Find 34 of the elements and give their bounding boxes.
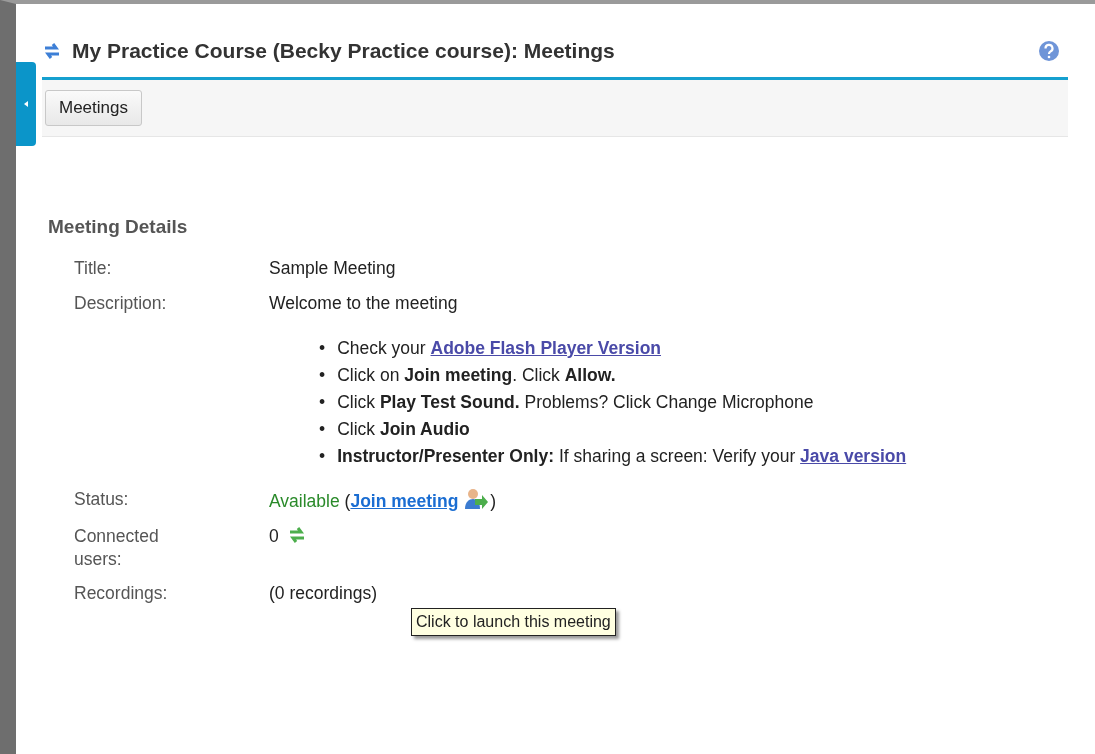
bracket: ( [344,491,351,512]
field-value: (0 recordings) [269,583,377,604]
field-value: Sample Meeting [269,258,396,278]
instruction-item: Click Play Test Sound. Problems? Click Change Microphone [337,390,814,414]
field-value: Welcome to the meeting [269,291,459,315]
refresh-icon[interactable] [287,525,306,544]
field-label: Recordings: [74,582,169,606]
person-arrow-icon[interactable] [464,488,489,511]
meetings-button[interactable]: Meetings [45,90,142,126]
status-value: Available [269,491,341,512]
instruction-item: Click Join Audio [337,417,470,441]
bullet: • [319,417,326,441]
link[interactable]: Adobe Flash Player Version [430,337,661,358]
field-label: Description: [74,291,168,315]
field-value: 0 [269,525,280,546]
instruction-item: Check your Adobe Flash Player Version [337,336,661,360]
bullet: • [319,390,326,414]
section-title: Meeting Details [48,214,189,239]
instruction-item: Instructor/Presenter Only: If sharing a screen: Verify your Java version [337,445,907,468]
link[interactable]: Java version [800,446,907,466]
instruction-item: Click on Join meeting. Click Allow. [337,363,616,387]
bullet: • [319,363,326,387]
field-label: Title: [74,257,113,280]
page-title: My Practice Course (Becky Practice course): Meetings [72,37,615,64]
help-icon[interactable] [1038,39,1060,62]
bracket: ) [490,491,497,512]
join-meeting-link[interactable]: Join meeting [350,491,459,512]
bullet: • [319,336,326,360]
field-label: Connected users: [74,524,160,571]
collapse-arrow-icon[interactable] [24,101,28,107]
bullet: • [319,445,326,468]
tooltip: Click to launch this meeting [411,608,616,636]
sidebar-toggle[interactable] [16,62,36,146]
field-label: Status: [74,488,130,512]
